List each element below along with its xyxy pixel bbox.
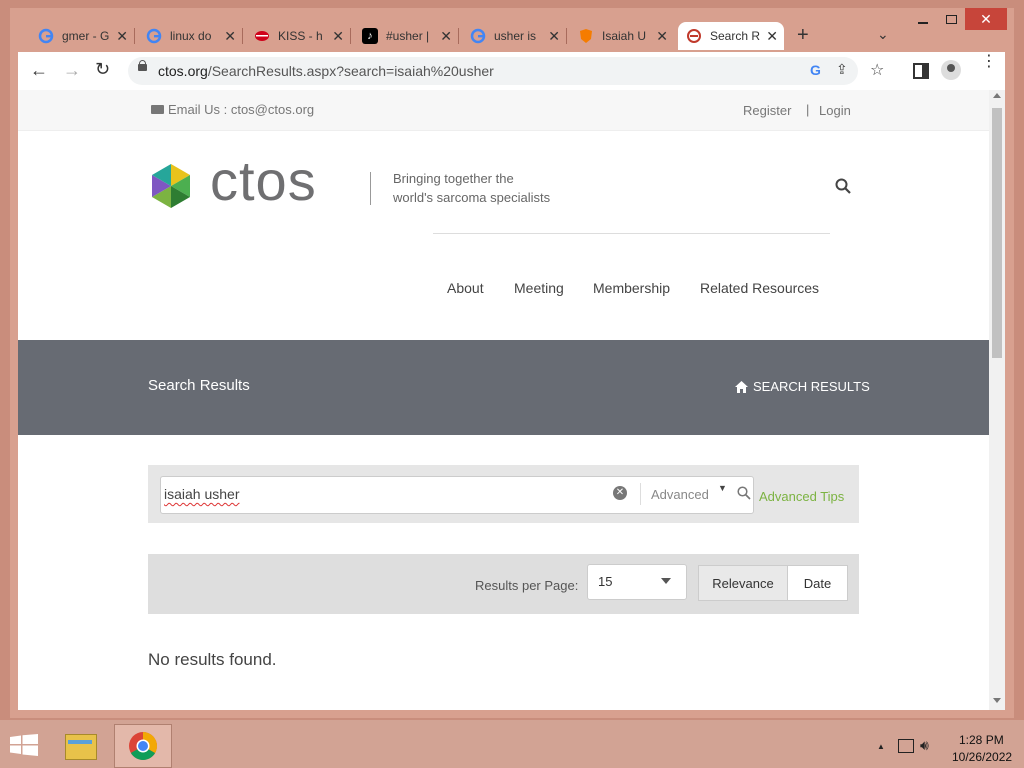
search-submit-icon[interactable]: [737, 486, 751, 505]
search-input-divider: [640, 483, 641, 505]
maximize-button[interactable]: [938, 8, 966, 28]
google-icon: [470, 28, 486, 44]
scroll-down-icon[interactable]: [993, 698, 1001, 703]
tagline-line-2: world's sarcoma specialists: [393, 190, 551, 205]
advanced-tips-link[interactable]: Advanced Tips: [759, 489, 844, 504]
email-icon: [151, 105, 164, 114]
forward-button[interactable]: →: [63, 60, 81, 81]
web-page: Email Us : ctos@ctos.org Register | Logi…: [18, 90, 989, 710]
select-caret-icon: [661, 578, 671, 584]
header-divider: [433, 233, 830, 234]
new-tab-button[interactable]: +: [797, 24, 809, 47]
nav-about[interactable]: About: [447, 280, 484, 296]
clear-search-icon[interactable]: ✕: [613, 486, 627, 500]
profile-avatar[interactable]: [941, 60, 961, 80]
file-explorer-icon[interactable]: [62, 728, 98, 762]
nav-related-resources[interactable]: Related Resources: [700, 280, 819, 296]
close-tab-icon[interactable]: ✕: [656, 28, 668, 45]
google-translate-icon[interactable]: G: [810, 62, 821, 78]
ctos-icon: [686, 28, 702, 44]
tab-search-chevron-icon[interactable]: ⌄: [877, 26, 889, 43]
shield-icon: [578, 28, 594, 44]
close-tab-icon[interactable]: ✕: [548, 28, 560, 45]
register-link[interactable]: Register: [743, 103, 791, 118]
results-per-page-select[interactable]: 15: [587, 564, 687, 600]
browser-tab[interactable]: usher is ✕: [462, 22, 567, 50]
chrome-taskbar-button[interactable]: [114, 724, 172, 768]
email-link[interactable]: Email Us : ctos@ctos.org: [168, 102, 314, 117]
url-domain: ctos.org: [158, 63, 208, 79]
ctos-logo[interactable]: ctos: [148, 149, 358, 212]
brand-name: ctos: [210, 149, 317, 212]
clock-date[interactable]: 10/26/2022: [952, 750, 1012, 764]
search-icon[interactable]: [835, 178, 851, 194]
google-icon: [38, 28, 54, 44]
browser-tab-active[interactable]: Search R ✕: [678, 22, 784, 50]
per-page-value: 15: [598, 574, 613, 589]
browser-tab[interactable]: linux do ✕: [138, 22, 243, 50]
side-panel-icon[interactable]: [913, 63, 929, 79]
address-bar[interactable]: ctos.org/SearchResults.aspx?search=isaia…: [128, 57, 884, 85]
breadcrumb: SEARCH RESULTS: [753, 379, 870, 394]
ctos-logo-mark-icon: [152, 164, 190, 208]
close-tab-icon[interactable]: ✕: [440, 28, 452, 45]
url-path: /SearchResults.aspx?search=isaiah%20ushe…: [207, 63, 494, 79]
logo-divider: [370, 172, 371, 205]
search-input[interactable]: isaiah usher: [164, 486, 240, 502]
scroll-up-icon[interactable]: [993, 93, 1001, 98]
clock-time[interactable]: 1:28 PM: [959, 733, 1004, 747]
login-link[interactable]: Login: [819, 103, 851, 118]
page-scrollbar[interactable]: [989, 90, 1005, 710]
no-results-message: No results found.: [148, 650, 277, 669]
back-button[interactable]: ←: [30, 60, 48, 81]
advanced-dropdown[interactable]: Advanced: [651, 487, 709, 502]
page-title: Search Results: [148, 377, 250, 394]
tagline-line-1: Bringing together the: [393, 171, 514, 186]
home-icon[interactable]: [735, 380, 748, 398]
sort-date-button[interactable]: Date: [788, 565, 848, 601]
scrollbar-thumb[interactable]: [992, 108, 1002, 358]
share-icon[interactable]: ⇪: [836, 61, 848, 78]
browser-toolbar: ← → ↻ ctos.org/SearchResults.aspx?search…: [18, 52, 1005, 90]
browser-tab[interactable]: KISS - h ✕: [246, 22, 351, 50]
lock-shackle-icon: [139, 60, 146, 66]
close-window-button[interactable]: ✕: [965, 8, 1007, 30]
bookmark-star-icon[interactable]: ☆: [870, 60, 884, 80]
caret-down-icon[interactable]: ▼: [718, 483, 727, 493]
sort-relevance-button[interactable]: Relevance: [698, 565, 788, 601]
tiktok-icon: ♪: [362, 28, 378, 44]
close-tab-icon[interactable]: ✕: [766, 28, 778, 45]
browser-tab[interactable]: Isaiah U ✕: [570, 22, 674, 50]
network-icon[interactable]: [898, 739, 914, 753]
close-tab-icon[interactable]: ✕: [116, 28, 128, 45]
nav-membership[interactable]: Membership: [593, 280, 670, 296]
start-button[interactable]: [10, 734, 38, 761]
lips-icon: [254, 28, 270, 44]
chrome-icon: [129, 732, 157, 760]
taskbar: ▲ 🔊︎ 1:28 PM 10/26/2022: [0, 720, 1024, 768]
minimize-button[interactable]: [908, 8, 936, 28]
browser-tab[interactable]: ♪ #usher | ✕: [354, 22, 459, 50]
topbar-separator: |: [806, 102, 810, 117]
close-tab-icon[interactable]: ✕: [224, 28, 236, 45]
browser-tab[interactable]: gmer - G ✕: [30, 22, 135, 50]
close-tab-icon[interactable]: ✕: [332, 28, 344, 45]
menu-kebab-icon[interactable]: ⋮: [981, 54, 997, 70]
reload-button[interactable]: ↻: [95, 59, 110, 80]
tray-overflow-icon[interactable]: ▲: [877, 742, 885, 751]
results-per-page-label: Results per Page:: [475, 578, 579, 593]
volume-icon[interactable]: 🔊︎: [920, 737, 929, 754]
google-icon: [146, 28, 162, 44]
nav-meeting[interactable]: Meeting: [514, 280, 564, 296]
